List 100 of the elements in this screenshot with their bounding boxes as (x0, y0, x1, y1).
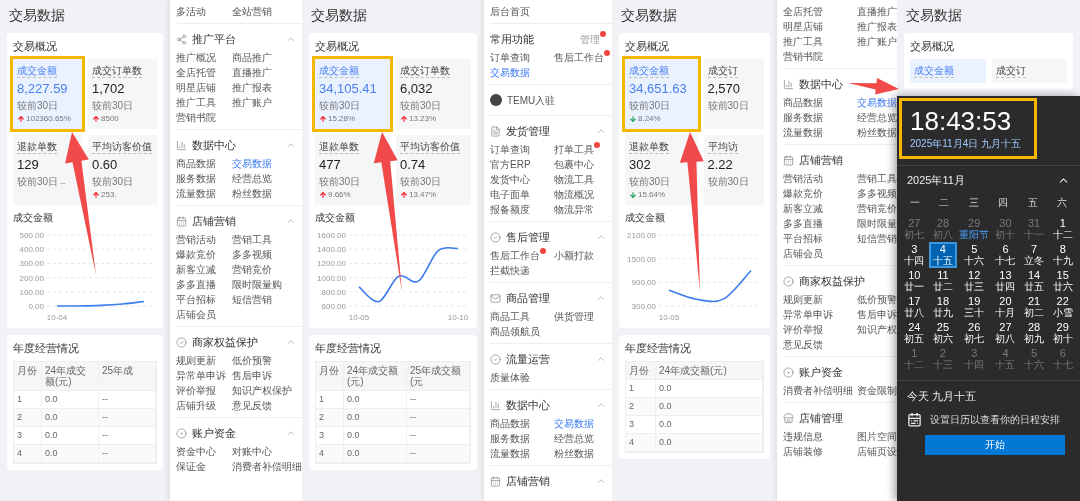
calendar-day[interactable]: 20 十月 (991, 294, 1020, 320)
menu-item[interactable]: 打单工具 (554, 142, 600, 157)
menu-item[interactable]: 知识产权保护 (232, 383, 292, 398)
menu-item[interactable]: TEMU入驻 (507, 92, 556, 108)
menu-item[interactable]: 流量数据 (176, 186, 216, 201)
menu-item[interactable]: 推广概况 (176, 50, 216, 65)
menu-item[interactable]: 短信营销 (857, 231, 897, 246)
menu-item[interactable]: 质量体验 (490, 370, 530, 385)
menu-item[interactable]: 异常单申诉 (783, 307, 833, 322)
menu-item[interactable]: 营销工具 (857, 171, 897, 186)
calendar-day[interactable]: 29 重阳节 (957, 216, 992, 242)
menu-item[interactable]: 多活动 (176, 4, 206, 19)
menu-item[interactable]: 规则更新 (783, 292, 823, 307)
menu-item[interactable]: 物流概况 (554, 187, 594, 202)
menu-item[interactable]: 包裹中心 (554, 157, 594, 172)
menu-item[interactable]: 保证金 (176, 459, 206, 474)
menu-item[interactable]: 订单查询 (490, 142, 530, 157)
menu-item[interactable]: 商品推广 (232, 50, 272, 65)
calendar-day[interactable]: 21 初二 (1019, 294, 1049, 320)
section-title[interactable]: 账户资金 (799, 364, 843, 380)
calendar-day[interactable]: 5 十六 (957, 242, 992, 268)
section-title[interactable]: 流量运营 (506, 351, 550, 367)
menu-item[interactable]: 异常单申诉 (176, 368, 226, 383)
section-title[interactable]: 推广平台 (192, 31, 236, 47)
section-title[interactable]: 数据中心 (506, 397, 550, 413)
menu-item[interactable]: 商品领航员 (490, 324, 540, 339)
menu-item[interactable]: 全店托管 (783, 4, 823, 19)
menu-item[interactable]: 店铺装修 (783, 444, 823, 459)
section-title[interactable]: 商家权益保护 (192, 334, 258, 350)
calendar-day[interactable]: 28 初九 (1019, 320, 1049, 346)
section-title[interactable]: 账户资金 (192, 425, 236, 441)
month-title[interactable]: 2025年11月 (907, 173, 965, 188)
calendar-day[interactable]: 15 廿六 (1048, 268, 1077, 294)
menu-item[interactable]: 违规信息 (783, 429, 823, 444)
menu-item[interactable]: 店铺升级 (176, 398, 216, 413)
menu-item[interactable]: 消费者补偿明细 (783, 383, 853, 398)
menu-item[interactable]: 明星店铺 (783, 19, 823, 34)
menu-item[interactable]: 后台首页 (490, 4, 530, 19)
menu-item[interactable]: 评价举报 (783, 322, 823, 337)
calendar-day[interactable]: 19 三十 (957, 294, 992, 320)
metric-tile[interactable]: 成交订 (991, 59, 1067, 83)
menu-item[interactable]: 服务数据 (176, 171, 216, 186)
menu-item[interactable]: 电子面单 (490, 187, 530, 202)
caret-icon[interactable] (596, 232, 606, 242)
menu-item[interactable]: 多多直播 (176, 277, 216, 292)
menu-item[interactable]: 新客立减 (176, 262, 216, 277)
menu-item[interactable]: 直播推广 (232, 65, 272, 80)
calendar-day[interactable]: 24 初五 (900, 320, 929, 346)
caret-icon[interactable] (286, 428, 296, 438)
menu-item[interactable]: 低价预警 (857, 292, 897, 307)
calendar-day[interactable]: 6 十七 (991, 242, 1020, 268)
menu-item[interactable]: 推广报表 (232, 80, 272, 95)
menu-item[interactable]: 售后工作台 (490, 248, 546, 263)
menu-item[interactable]: 交易数据 (857, 95, 897, 110)
calendar-day[interactable]: 18 廿九 (928, 294, 958, 320)
menu-item[interactable]: 报备额度 (490, 202, 530, 217)
menu-item[interactable]: 营销活动 (783, 171, 823, 186)
metric-tile[interactable]: 平均访客价值 0.74 较前30日 13.47% (396, 135, 471, 205)
menu-item[interactable]: 短信营销 (232, 292, 272, 307)
menu-item[interactable]: 商品数据 (490, 416, 530, 431)
menu-item[interactable]: 拦截快递 (490, 263, 530, 278)
section-title[interactable]: 售后管理 (506, 229, 550, 245)
calendar-day[interactable]: 8 十九 (1048, 242, 1077, 268)
menu-item[interactable]: 店铺会员 (176, 307, 216, 322)
metric-tile[interactable]: 成交金额 34,105.41 较前30日 15.28% (315, 59, 390, 129)
menu-item[interactable]: 订单查询 (490, 50, 530, 65)
section-title[interactable]: 店铺营销 (799, 152, 843, 168)
menu-item[interactable]: 图片空间 (857, 429, 897, 444)
section-title[interactable]: 数据中心 (192, 137, 236, 153)
menu-item[interactable]: 知识产权 (857, 322, 897, 337)
menu-item[interactable]: 营销竞价 (857, 201, 897, 216)
caret-icon[interactable] (286, 140, 296, 150)
menu-item[interactable]: 交易数据 (554, 416, 594, 431)
menu-item[interactable]: 商品数据 (783, 95, 823, 110)
menu-item[interactable]: 多多视频 (232, 247, 272, 262)
menu-item[interactable]: 服务数据 (490, 431, 530, 446)
metric-tile[interactable]: 成交订单数 1,702 较前30日 8500 (88, 59, 157, 129)
menu-item[interactable]: 爆款竞价 (176, 247, 216, 262)
menu-item[interactable]: 营销书院 (783, 49, 823, 64)
menu-item[interactable]: 规则更新 (176, 353, 216, 368)
calendar-day[interactable]: 17 廿八 (900, 294, 929, 320)
calendar-day[interactable]: 25 初六 (928, 320, 958, 346)
menu-item[interactable]: 粉丝数据 (232, 186, 272, 201)
section-title[interactable]: 店铺营销 (506, 473, 550, 489)
menu-item[interactable]: 限时限量 (857, 216, 897, 231)
section-title[interactable]: 商家权益保护 (799, 273, 865, 289)
caret-icon[interactable] (286, 216, 296, 226)
menu-item[interactable]: 售后工作台 (554, 50, 610, 65)
menu-item[interactable]: 意见反馈 (232, 398, 272, 413)
menu-item[interactable]: 物流异常 (554, 202, 594, 217)
menu-item[interactable]: 推广账户 (857, 34, 897, 49)
menu-item[interactable]: 营销工具 (232, 232, 272, 247)
menu-item[interactable]: 服务数据 (783, 110, 823, 125)
menu-item[interactable]: 小额打款 (554, 248, 594, 263)
menu-item[interactable]: 物流工具 (554, 172, 594, 187)
calendar-day[interactable]: 29 初十 (1048, 320, 1077, 346)
section-title[interactable]: 店铺管理 (799, 410, 843, 426)
clock-date[interactable]: 2025年11月4日 九月十五 (910, 138, 1021, 150)
caret-icon[interactable] (596, 400, 606, 410)
calendar-day[interactable]: 26 初七 (957, 320, 992, 346)
